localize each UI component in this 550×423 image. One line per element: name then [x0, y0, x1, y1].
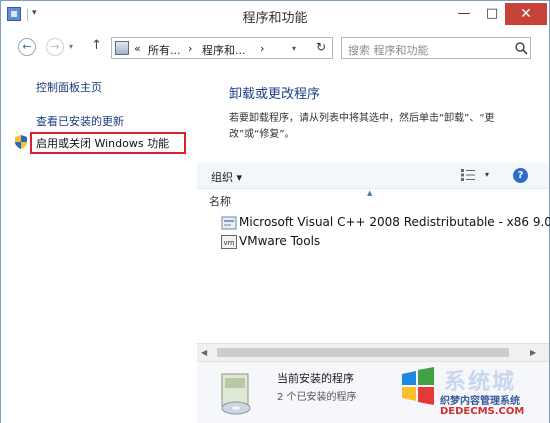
- program-features-window: ▾ 程序和功能 — □ ✕ ← → ▾ ↑ « 所有... › 程序和... ›…: [0, 0, 550, 423]
- recent-locations-dropdown-icon[interactable]: ▾: [69, 42, 73, 51]
- search-input[interactable]: 搜索 程序和功能: [341, 37, 531, 59]
- view-installed-updates-link[interactable]: 查看已安装的更新: [36, 113, 124, 129]
- search-placeholder: 搜索 程序和功能: [348, 44, 429, 57]
- navigation-bar: ← → ▾ ↑ « 所有... › 程序和... › ▾ ↻ 搜索 程序和功能: [1, 29, 549, 65]
- breadcrumb-separator[interactable]: ›: [260, 42, 264, 55]
- up-button[interactable]: ↑: [91, 38, 102, 53]
- watermark-url: DEDECMS.COM: [440, 406, 525, 417]
- installed-programs-title: 当前安装的程序: [277, 372, 354, 385]
- refresh-button[interactable]: ↻: [312, 40, 330, 56]
- minimize-button[interactable]: —: [451, 3, 477, 25]
- list-column-header: ▲ 名称: [197, 189, 549, 209]
- horizontal-scrollbar[interactable]: ◀ ▶: [197, 343, 549, 361]
- program-row[interactable]: vm VMware Tools: [219, 233, 547, 251]
- view-options-icon[interactable]: [461, 169, 475, 181]
- left-navigation-pane: 控制面板主页 查看已安装的更新 启用或关闭 Windows 功能: [1, 65, 197, 423]
- windows-logo-icon: [402, 367, 434, 405]
- maximize-button[interactable]: □: [479, 3, 505, 25]
- program-name: Microsoft Visual C++ 2008 Redistributabl…: [239, 215, 550, 229]
- uac-shield-icon: [15, 135, 27, 149]
- installer-icon: [221, 216, 237, 230]
- page-title: 卸载或更改程序: [229, 87, 321, 102]
- watermark-subtitle: 织梦内容管理系统: [440, 396, 520, 407]
- scroll-right-icon[interactable]: ▶: [530, 348, 536, 357]
- program-row[interactable]: Microsoft Visual C++ 2008 Redistributabl…: [219, 214, 550, 232]
- page-description: 若要卸载程序，请从列表中将其选中，然后单击“卸载”、“更改”或“修复”。: [229, 113, 495, 140]
- address-dropdown-icon[interactable]: ▾: [292, 44, 296, 53]
- organize-button[interactable]: 组织 ▾: [211, 169, 242, 185]
- breadcrumb-programs[interactable]: 程序和...: [202, 42, 246, 58]
- breadcrumb-separator[interactable]: ›: [188, 42, 192, 55]
- installed-programs-count: 2 个已安装的程序: [277, 392, 357, 403]
- highlight-box: [30, 132, 186, 154]
- control-panel-home-link[interactable]: 控制面板主页: [36, 79, 102, 95]
- watermark: 系统城 织梦内容管理系统 DEDECMS.COM: [396, 364, 548, 422]
- svg-text:vm: vm: [224, 239, 235, 247]
- installed-programs-icon: [221, 373, 251, 415]
- column-name-header[interactable]: 名称: [209, 193, 231, 209]
- sort-ascending-icon: ▲: [367, 189, 373, 197]
- view-dropdown-icon[interactable]: ▾: [485, 170, 489, 179]
- search-icon[interactable]: [514, 41, 528, 55]
- scrollbar-thumb[interactable]: [217, 348, 509, 357]
- program-name: VMware Tools: [239, 234, 321, 248]
- breadcrumb-all-items[interactable]: 所有...: [148, 42, 181, 58]
- vmware-icon: vm: [221, 235, 237, 249]
- title-bar: ▾ 程序和功能 — □ ✕: [1, 1, 549, 29]
- command-toolbar: 组织 ▾ ▾ ?: [197, 163, 549, 189]
- breadcrumb-overflow[interactable]: «: [134, 42, 141, 55]
- scroll-left-icon[interactable]: ◀: [201, 348, 207, 357]
- help-icon[interactable]: ?: [513, 168, 528, 183]
- close-button[interactable]: ✕: [505, 3, 547, 25]
- control-panel-icon: [115, 41, 129, 55]
- back-button[interactable]: ←: [18, 38, 36, 56]
- forward-button[interactable]: →: [46, 38, 64, 56]
- address-bar[interactable]: « 所有... › 程序和... › ▾ ↻: [111, 37, 333, 59]
